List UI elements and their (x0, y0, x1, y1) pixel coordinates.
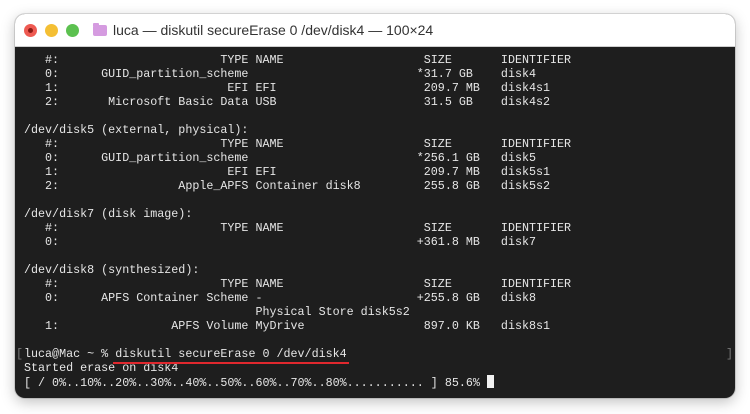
command-text: diskutil secureErase 0 /dev/disk4 (115, 347, 347, 361)
terminal-line: Physical Store disk5s2 (24, 305, 410, 319)
terminal-line: 0: GUID_partition_scheme *256.1 GB disk5 (24, 151, 536, 165)
close-button[interactable] (24, 23, 37, 37)
terminal-line: 1: APFS Volume MyDrive 897.0 KB disk8s1 (24, 319, 551, 333)
terminal-line: 0: APFS Container Scheme - +255.8 GB dis… (24, 291, 536, 305)
mark-bracket-right: ] (726, 347, 734, 361)
title-bar: luca — diskutil secureErase 0 /dev/disk4… (15, 14, 735, 47)
terminal-line: /dev/disk5 (external, physical): (24, 123, 249, 137)
terminal-line: /dev/disk7 (disk image): (24, 207, 193, 221)
terminal-line: #: TYPE NAME SIZE IDENTIFIER (24, 277, 572, 291)
terminal-line: #: TYPE NAME SIZE IDENTIFIER (24, 53, 572, 67)
terminal-line: 2: Microsoft Basic Data USB 31.5 GB disk… (24, 95, 551, 109)
prompt: luca@Mac ~ % (24, 347, 116, 361)
terminal-line: 2: Apple_APFS Container disk8 255.8 GB d… (24, 179, 551, 193)
terminal-line: #: TYPE NAME SIZE IDENTIFIER (24, 221, 572, 235)
progress-text: [ / 0%..10%..20%..30%..40%..50%..60%..70… (24, 376, 487, 390)
disk-list: #: TYPE NAME SIZE IDENTIFIER 0: GUID_par… (24, 53, 571, 347)
zoom-button[interactable] (66, 23, 79, 37)
prompt-line: luca@Mac ~ % diskutil secureErase 0 /dev… (24, 347, 571, 361)
terminal-line: 1: EFI EFI 209.7 MB disk5s1 (24, 165, 551, 179)
terminal-line: 0: +361.8 MB disk7 (24, 235, 536, 249)
terminal-line: /dev/disk8 (synthesized): (24, 263, 200, 277)
folder-icon (93, 22, 107, 36)
window-title: luca — diskutil secureErase 0 /dev/disk4… (113, 22, 434, 38)
mark-bracket-left: [ (16, 347, 24, 361)
minimize-button[interactable] (45, 23, 58, 37)
cursor (486, 375, 494, 388)
progress-line: [ / 0%..10%..20%..30%..40%..50%..60%..70… (24, 375, 571, 390)
terminal-output[interactable]: #: TYPE NAME SIZE IDENTIFIER 0: GUID_par… (24, 53, 571, 390)
terminal-line: 1: EFI EFI 209.7 MB disk4s1 (24, 81, 551, 95)
terminal-line: #: TYPE NAME SIZE IDENTIFIER (24, 137, 572, 151)
terminal-window: luca — diskutil secureErase 0 /dev/disk4… (15, 14, 735, 398)
terminal-line: 0: GUID_partition_scheme *31.7 GB disk4 (24, 67, 536, 81)
